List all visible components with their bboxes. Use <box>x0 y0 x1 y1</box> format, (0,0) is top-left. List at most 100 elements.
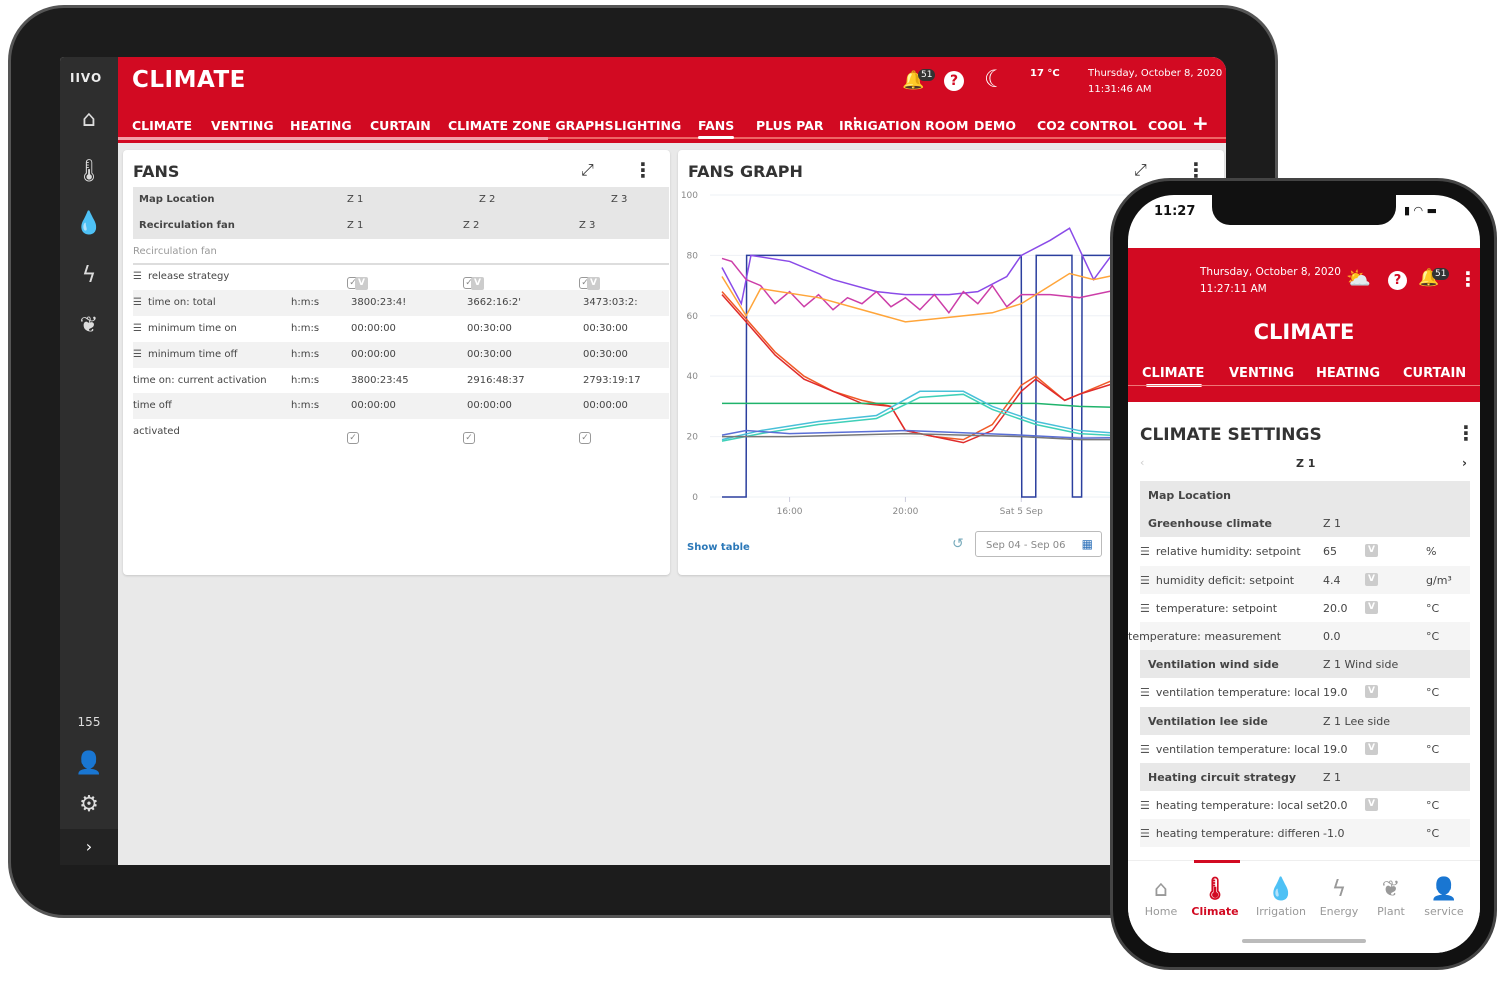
nav-climate[interactable]: 🌡 Climate <box>1187 875 1243 918</box>
more-icon[interactable]: ⋮ <box>633 158 653 182</box>
row-unit: % <box>1426 545 1437 559</box>
settings-row: Ventilation wind side Z 1 Wind side <box>1140 650 1470 679</box>
temperature: 17 °C <box>1030 68 1060 79</box>
expand-icon[interactable]: ⤢ <box>581 160 594 180</box>
phone-tab-heating[interactable]: HEATING <box>1316 366 1380 381</box>
show-table-link[interactable]: Show table <box>687 542 750 553</box>
variable-button[interactable]: V <box>1365 544 1378 558</box>
expand-icon[interactable]: ⤢ <box>1134 160 1147 180</box>
variable-button[interactable]: V <box>355 277 368 291</box>
row-label: Heating circuit strategy <box>1148 771 1296 784</box>
edit-lines-icon[interactable]: ☰ <box>1140 827 1150 840</box>
graph-title: FANS GRAPH <box>688 162 803 181</box>
edit-lines-icon[interactable]: ☰ <box>133 271 142 282</box>
row-label: ☰ heating temperature: differen <box>1140 827 1320 841</box>
tab-cool[interactable]: COOL <box>1148 118 1186 133</box>
row-value: Z 1 Wind side <box>1323 658 1399 672</box>
next-zone-button[interactable]: › <box>1462 456 1467 470</box>
variable-button[interactable]: V <box>1365 741 1378 755</box>
row-label: ☰ temperature: setpoint <box>1140 601 1278 615</box>
edit-lines-icon[interactable]: ☰ <box>133 349 142 360</box>
table-row: activated ✓ ✓ ✓ <box>133 419 669 445</box>
nav-irrigation[interactable]: 💧 Irrigation <box>1253 875 1309 918</box>
cell-value: 00:00:00 <box>351 348 396 360</box>
edit-lines-icon[interactable]: ☰ <box>1140 602 1150 615</box>
edit-lines-icon[interactable]: ☰ <box>133 297 142 308</box>
nav-service[interactable]: 👤 service <box>1416 875 1472 918</box>
tab-curtain[interactable]: CURTAIN <box>370 118 431 133</box>
variable-button[interactable]: V <box>1365 572 1378 586</box>
user-icon[interactable]: 👤 <box>74 749 104 779</box>
row-label: time on: current activation <box>133 374 267 386</box>
edit-lines-icon[interactable]: ☰ <box>1140 743 1150 756</box>
phone-tab-curtain[interactable]: CURTAIN <box>1403 366 1466 381</box>
x-tick-label: 20:00 <box>892 507 918 517</box>
variable-button[interactable]: V <box>1365 685 1378 699</box>
phone-screen: 11:27 ▮ ◠ ▬ Thursday, October 8, 2020 11… <box>1128 195 1480 953</box>
sidebar-item-home[interactable]: ⌂ <box>74 105 104 135</box>
tab-fans[interactable]: FANS <box>698 118 734 133</box>
settings-row: Ventilation lee side Z 1 Lee side <box>1140 706 1470 735</box>
tab-lighting[interactable]: LIGHTING <box>614 118 681 133</box>
sidebar-expand-button[interactable]: › <box>60 829 118 865</box>
more-icon[interactable]: ⋮ <box>1458 267 1478 291</box>
tab-plus-par[interactable]: PLUS PAR <box>756 118 824 133</box>
sidebar-item-irrigation[interactable]: 💧 <box>74 209 104 239</box>
check-icon[interactable]: ✓ <box>579 432 591 445</box>
edit-lines-icon[interactable]: ☰ <box>1140 799 1150 812</box>
cell-value: 3473:03:2: <box>583 297 638 309</box>
row-unit: °C <box>1426 742 1440 756</box>
tab-climate-zone-graphs[interactable]: CLIMATE ZONE GRAPHS <box>448 118 614 133</box>
tab-demo[interactable]: DEMO <box>974 118 1016 133</box>
row-unit: h:m:s <box>291 297 320 309</box>
nav-home[interactable]: ⌂ Home <box>1133 875 1189 918</box>
variable-button[interactable]: V <box>471 277 484 291</box>
edit-lines-icon[interactable]: ☰ <box>1140 686 1150 699</box>
add-tab-button[interactable]: + <box>1192 111 1209 135</box>
phone-tab-venting[interactable]: VENTING <box>1229 366 1294 381</box>
tab-climate[interactable]: CLIMATE <box>132 118 192 133</box>
tab-heating[interactable]: HEATING <box>290 118 352 133</box>
check-icon[interactable]: ✓ <box>463 432 475 445</box>
section-label: Recirculation fan <box>133 245 217 257</box>
row-value: 65 <box>1323 545 1337 559</box>
section-more-icon[interactable]: ⋮ <box>1456 421 1476 445</box>
x-tick-label: 16:00 <box>777 507 803 517</box>
zone-label: Z 1 <box>1296 457 1316 470</box>
help-icon[interactable]: ? <box>1388 271 1407 290</box>
variable-button[interactable]: V <box>587 277 600 291</box>
weather-icon: ⛅ <box>1346 266 1371 290</box>
sprout-icon: ❦ <box>1381 877 1401 902</box>
check-icon[interactable]: ✓ <box>347 432 359 445</box>
edit-lines-icon[interactable]: ☰ <box>133 323 142 334</box>
row-unit: °C <box>1426 630 1440 643</box>
tab-venting[interactable]: VENTING <box>211 118 274 133</box>
bottom-nav: ⌂ Home 🌡 Climate 💧 Irrigation ϟ Energy ❦ Plant 👤 se… <box>1128 860 1480 953</box>
table-row: ☰ time on: total h:m:s 3800:23:4! 3662:16:2'… <box>133 290 669 317</box>
sidebar-item-plant[interactable]: ❦ <box>74 311 104 341</box>
variable-button[interactable]: V <box>1365 798 1378 812</box>
notification-badge: 51 <box>1432 268 1450 280</box>
edit-lines-icon[interactable]: ☰ <box>1140 574 1150 587</box>
sidebar-item-climate[interactable]: 🌡 <box>74 157 104 187</box>
row-label: activated <box>133 426 180 438</box>
prev-zone-button[interactable]: ‹ <box>1140 456 1144 469</box>
sidebar-item-energy[interactable]: ϟ <box>74 261 104 291</box>
nav-plant[interactable]: ❦ Plant <box>1363 875 1419 918</box>
date-range-picker[interactable]: Sep 04 - Sep 06 ▦ <box>975 531 1102 557</box>
drop-icon: 💧 <box>1267 877 1295 902</box>
phone-tab-climate[interactable]: CLIMATE <box>1142 366 1204 381</box>
nav-energy[interactable]: ϟ Energy <box>1311 875 1367 918</box>
tab-co2-control[interactable]: CO2 CONTROL <box>1037 118 1137 133</box>
history-icon[interactable]: ↺ <box>952 536 964 552</box>
tab-menu-icon[interactable]: ⋮ <box>849 115 861 129</box>
settings-row: ☰ heating temperature: differen -1.0 °C <box>1140 819 1470 848</box>
variable-button[interactable]: V <box>1365 600 1378 614</box>
help-icon[interactable]: ? <box>944 71 964 91</box>
table-row: ☰ minimum time off h:m:s 00:00:00 00:30:00 00… <box>133 341 669 368</box>
row-label: Map Location <box>139 194 215 205</box>
row-label: ☰ humidity deficit: setpoint <box>1140 573 1295 587</box>
gear-icon[interactable]: ⚙ <box>74 790 104 820</box>
tab-scrollbar[interactable] <box>118 137 548 140</box>
edit-lines-icon[interactable]: ☰ <box>1140 545 1150 558</box>
